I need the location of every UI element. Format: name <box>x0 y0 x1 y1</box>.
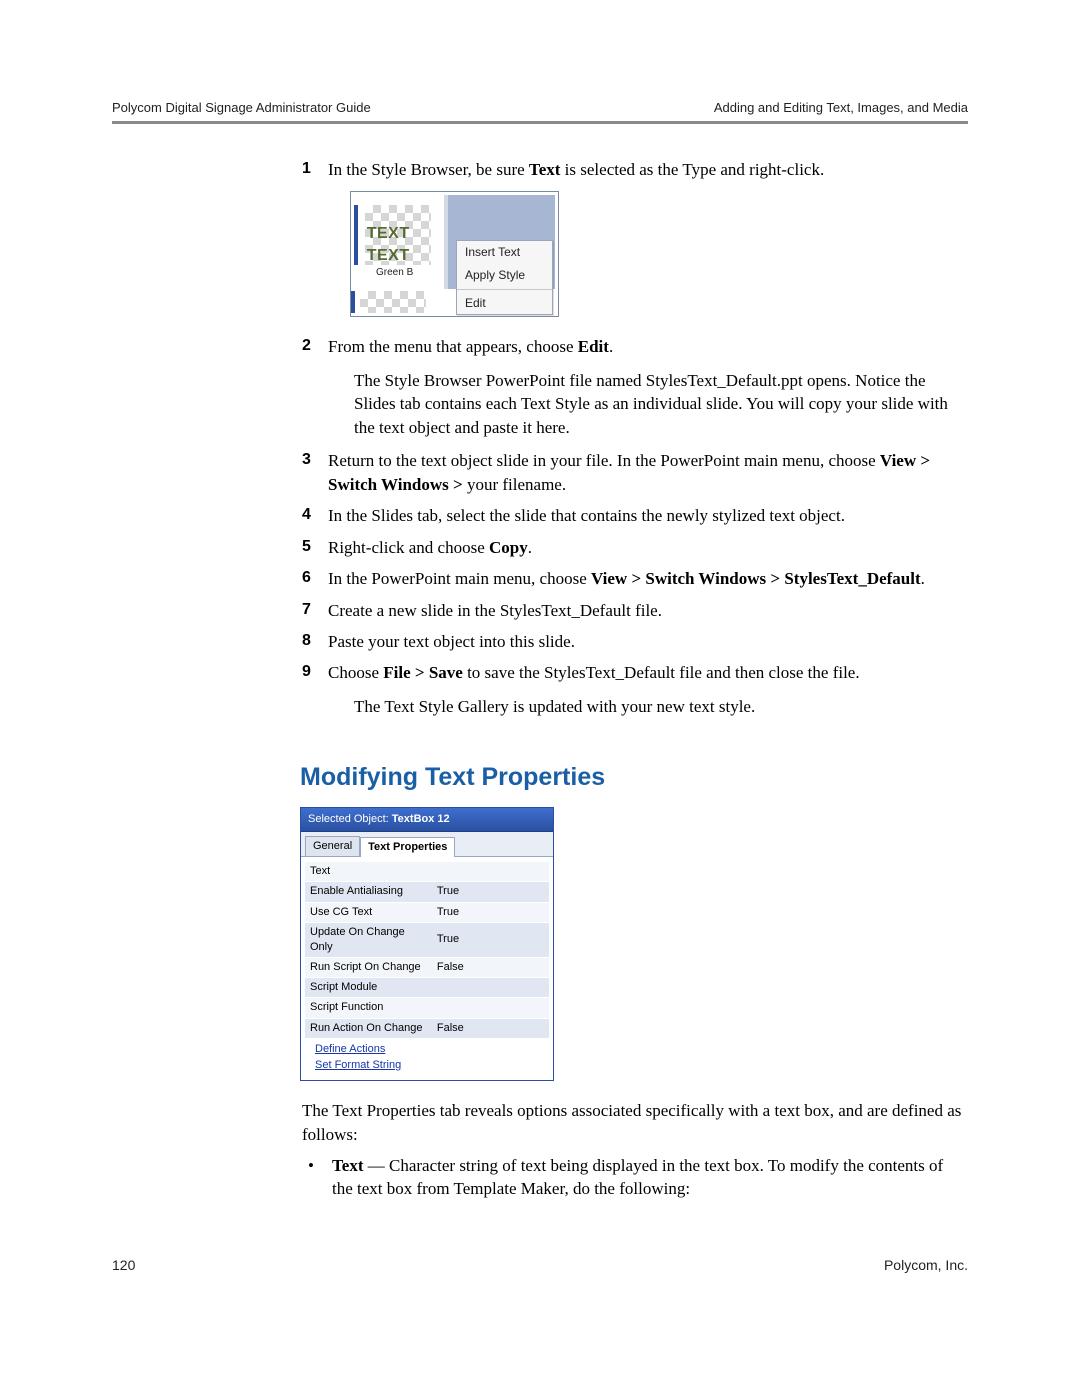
table-row: Text <box>305 862 549 882</box>
panel-tabs: General Text Properties <box>301 832 553 857</box>
table-row: Enable AntialiasingTrue <box>305 882 549 902</box>
step-9-num: 9 <box>302 661 311 683</box>
prop-key: Update On Change Only <box>305 922 432 957</box>
bullet-item: Text — Character string of text being di… <box>302 1154 968 1201</box>
step-5: 5 Right-click and choose Copy. <box>302 536 968 559</box>
step-7-num: 7 <box>302 599 311 621</box>
prop-val[interactable] <box>432 998 549 1018</box>
step-3-num: 3 <box>302 449 311 471</box>
prop-key: Run Script On Change <box>305 958 432 978</box>
table-row: Script Module <box>305 978 549 998</box>
steps-list: 1 In the Style Browser, be sure Text is … <box>302 158 968 718</box>
figure-context-menu: TEXT TEXT Green B Insert Text Apply Styl… <box>350 191 559 317</box>
panel-links: Define Actions Set Format String <box>301 1038 553 1080</box>
step-1-num: 1 <box>302 158 311 180</box>
section-heading: Modifying Text Properties <box>300 760 968 795</box>
step-8-num: 8 <box>302 630 311 652</box>
step-2-num: 2 <box>302 335 311 357</box>
table-row: Update On Change OnlyTrue <box>305 922 549 957</box>
step-9: 9 Choose File > Save to save the StylesT… <box>302 661 968 718</box>
menu-item-apply-style[interactable]: Apply Style <box>457 264 552 287</box>
table-row: Use CG TextTrue <box>305 902 549 922</box>
selection-bar-icon <box>354 205 358 265</box>
step-5-num: 5 <box>302 536 311 558</box>
prop-key: Enable Antialiasing <box>305 882 432 902</box>
step-4-num: 4 <box>302 504 311 526</box>
step-3-text: Return to the text object slide in your … <box>328 451 930 493</box>
link-define-actions[interactable]: Define Actions <box>315 1042 547 1057</box>
style-swatch-caption: Green B <box>354 266 444 280</box>
footer-company: Polycom, Inc. <box>884 1257 968 1273</box>
step-3: 3 Return to the text object slide in you… <box>302 449 968 496</box>
panel-header: Selected Object: TextBox 12 <box>301 808 553 832</box>
prop-val[interactable]: True <box>432 902 549 922</box>
selected-object-value: TextBox 12 <box>392 813 450 825</box>
prop-val[interactable] <box>432 978 549 998</box>
step-6-num: 6 <box>302 567 311 589</box>
bullet-text: Text — Character string of text being di… <box>332 1156 943 1198</box>
table-row: Run Script On ChangeFalse <box>305 958 549 978</box>
selection-bar-icon-2 <box>351 291 355 313</box>
prop-key: Script Module <box>305 978 432 998</box>
menu-separator <box>457 289 552 290</box>
tab-general[interactable]: General <box>305 836 360 856</box>
prop-val[interactable]: True <box>432 922 549 957</box>
prop-val[interactable]: False <box>432 958 549 978</box>
header-right: Adding and Editing Text, Images, and Med… <box>714 100 968 115</box>
step-8: 8 Paste your text object into this slide… <box>302 630 968 653</box>
table-row: Run Action On ChangeFalse <box>305 1018 549 1038</box>
prop-key: Text <box>305 862 432 882</box>
step-9-text: Choose File > Save to save the StylesTex… <box>328 663 860 682</box>
header-left: Polycom Digital Signage Administrator Gu… <box>112 100 371 115</box>
prop-val[interactable]: False <box>432 1018 549 1038</box>
style-swatch-partial <box>360 291 426 313</box>
prop-val[interactable]: True <box>432 882 549 902</box>
step-4: 4 In the Slides tab, select the slide th… <box>302 504 968 527</box>
step-4-text: In the Slides tab, select the slide that… <box>328 506 845 525</box>
style-swatch-text: TEXT TEXT <box>367 223 431 267</box>
prop-key: Script Function <box>305 998 432 1018</box>
context-menu: Insert Text Apply Style Edit <box>456 240 553 315</box>
menu-item-insert-text[interactable]: Insert Text <box>457 241 552 264</box>
step-1-text: In the Style Browser, be sure Text is se… <box>328 160 824 179</box>
step-6: 6 In the PowerPoint main menu, choose Vi… <box>302 567 968 590</box>
selected-object-label: Selected Object: <box>308 813 389 825</box>
bullet-list: Text — Character string of text being di… <box>302 1154 968 1201</box>
step-9-after: The Text Style Gallery is updated with y… <box>354 695 968 718</box>
link-set-format-string[interactable]: Set Format String <box>315 1058 547 1073</box>
step-1: 1 In the Style Browser, be sure Text is … <box>302 158 968 317</box>
prop-key: Run Action On Change <box>305 1018 432 1038</box>
step-2: 2 From the menu that appears, choose Edi… <box>302 335 968 439</box>
header-rule <box>112 121 968 124</box>
table-row: Script Function <box>305 998 549 1018</box>
step-2-after: The Style Browser PowerPoint file named … <box>354 369 968 439</box>
step-7-text: Create a new slide in the StylesText_Def… <box>328 601 662 620</box>
prop-val[interactable] <box>432 862 549 882</box>
step-2-text: From the menu that appears, choose Edit. <box>328 337 613 356</box>
step-5-text: Right-click and choose Copy. <box>328 538 532 557</box>
text-properties-panel: Selected Object: TextBox 12 General Text… <box>300 807 554 1081</box>
prop-key: Use CG Text <box>305 902 432 922</box>
page-number: 120 <box>112 1257 135 1273</box>
style-swatch[interactable]: TEXT TEXT <box>365 205 431 265</box>
step-6-text: In the PowerPoint main menu, choose View… <box>328 569 925 588</box>
step-7: 7 Create a new slide in the StylesText_D… <box>302 599 968 622</box>
post-panel-text: The Text Properties tab reveals options … <box>302 1099 968 1146</box>
properties-table: Text Enable AntialiasingTrue Use CG Text… <box>305 861 549 1038</box>
menu-item-edit[interactable]: Edit <box>457 292 552 315</box>
step-8-text: Paste your text object into this slide. <box>328 632 575 651</box>
tab-text-properties[interactable]: Text Properties <box>360 837 455 857</box>
